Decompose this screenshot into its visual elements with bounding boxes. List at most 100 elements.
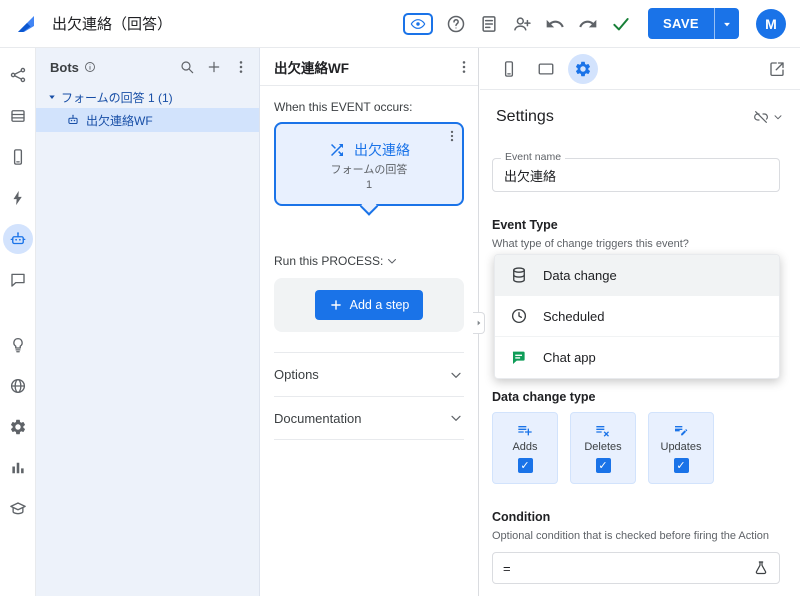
nav-manage[interactable] [3,453,33,483]
chevron-right-icon [477,320,480,326]
bot-group-row[interactable]: フォームの回答 1 (1) [36,86,259,108]
nav-automation[interactable] [2,224,33,254]
bots-panel-header: Bots [36,48,259,86]
event-type-label: Event Type [492,218,558,232]
new-bot-button[interactable] [206,59,222,75]
appsheet-editor: 出欠連絡（回答） SAVE M Bots フォームの回答 1 (1) 出欠連絡W… [0,0,800,596]
add-step-button[interactable]: Add a step [314,290,424,320]
redo-button[interactable] [578,14,598,34]
options-section[interactable]: Options [274,352,464,396]
condition-label: Condition [492,510,551,524]
mobile-view-button[interactable] [494,54,524,84]
process-label: Run this PROCESS: [274,254,384,268]
caret-down-icon [724,22,730,26]
add-user-button[interactable] [512,14,532,34]
database-icon [510,266,528,284]
settings-title: Settings [496,108,554,125]
event-card[interactable]: 出欠連絡 フォームの回答 1 [274,122,464,216]
event-section-label: When this EVENT occurs: [274,100,413,114]
chart-icon [11,462,24,474]
undo-button[interactable] [545,14,565,34]
event-name-label: Event name [501,151,566,163]
search-icon [181,61,194,74]
mobile-icon [13,149,22,165]
info-icon[interactable] [84,61,96,73]
event-card-menu-button[interactable] [445,129,459,143]
adds-checkbox-checked[interactable] [517,458,533,473]
nav-app[interactable] [3,142,33,172]
nav-workflow[interactable] [3,60,33,90]
unlink-icon [754,111,768,123]
nav-chat[interactable] [3,265,33,295]
settings-header: Settings [480,90,800,130]
verified-status[interactable] [611,14,631,34]
documentation-label: Documentation [274,410,362,426]
event-card-subtitle: フォームの回答 1 [330,164,408,191]
bot-group-label: フォームの回答 1 (1) [61,90,173,105]
feedback-button[interactable] [479,14,499,34]
dropdown-option-scheduled[interactable]: Scheduled [495,296,779,337]
dropdown-option-chat-app[interactable]: Chat app [495,337,779,378]
avatar[interactable]: M [756,8,786,39]
process-row: Run this PROCESS: [274,254,464,268]
nav-data[interactable] [3,101,33,131]
unlink-control[interactable] [753,109,784,125]
bots-panel: Bots フォームの回答 1 (1) 出欠連絡WF [36,48,260,596]
event-name-value: 出欠連絡 [504,168,557,184]
kebab-icon [239,61,243,73]
bot-detail-header: 出欠連絡WF [260,48,478,86]
nav-actions[interactable] [3,183,33,213]
save-button[interactable]: SAVE [647,8,714,39]
documentation-section[interactable]: Documentation [274,396,464,440]
deletes-card[interactable]: Deletes [570,412,636,484]
desktop-icon [538,62,554,75]
desktop-view-button[interactable] [531,54,561,84]
settings-view-button[interactable] [568,53,598,84]
chat-app-icon [510,349,528,367]
nav-learn[interactable] [3,494,33,524]
left-nav-rail [0,48,36,596]
help-button[interactable] [446,14,466,34]
plus-icon [330,300,341,310]
app-title: 出欠連絡（回答） [52,16,173,33]
event-card-main: 出欠連絡 [276,124,462,160]
expression-assistant-button[interactable] [753,560,769,576]
appsheet-logo [14,12,38,36]
adds-icon [517,422,533,438]
deletes-icon [595,422,611,438]
open-in-new-icon [770,61,784,76]
panel-collapse-handle[interactable] [473,312,485,334]
dropdown-option-data-change[interactable]: Data change [495,255,779,296]
event-name-input[interactable]: Event name 出欠連絡 [492,151,780,192]
bots-title: Bots [50,59,79,75]
bots-menu-button[interactable] [233,59,249,75]
bolt-icon [13,190,22,206]
search-button[interactable] [179,59,195,75]
open-in-new-button[interactable] [768,60,786,78]
nav-intelligence[interactable] [3,330,33,360]
condition-input[interactable]: = [492,552,780,584]
bot-detail-menu-button[interactable] [456,59,472,75]
lightbulb-icon [12,337,23,353]
add-user-icon [514,16,531,31]
mobile-icon [504,60,514,77]
globe-icon [10,378,25,394]
shuffle-icon [331,144,343,156]
deletes-checkbox-checked[interactable] [595,458,611,473]
nav-settings[interactable] [3,412,33,442]
preview-toggle[interactable] [402,12,433,35]
check-icon [613,17,629,30]
bot-row-selected[interactable]: 出欠連絡WF [36,108,259,132]
bot-detail-panel: 出欠連絡WF When this EVENT occurs: 出欠連絡 フォーム… [260,48,479,596]
help-icon [447,15,465,32]
nav-deploy[interactable] [3,371,33,401]
process-dropdown-button[interactable] [385,254,399,268]
adds-card[interactable]: Adds [492,412,558,484]
kebab-icon [450,130,454,142]
updates-checkbox-checked[interactable] [673,458,689,473]
updates-card[interactable]: Updates [648,412,714,484]
save-menu-button[interactable] [714,8,739,39]
event-card-title: 出欠連絡 [354,142,410,158]
gear-icon [575,61,591,76]
undo-icon [546,19,564,27]
